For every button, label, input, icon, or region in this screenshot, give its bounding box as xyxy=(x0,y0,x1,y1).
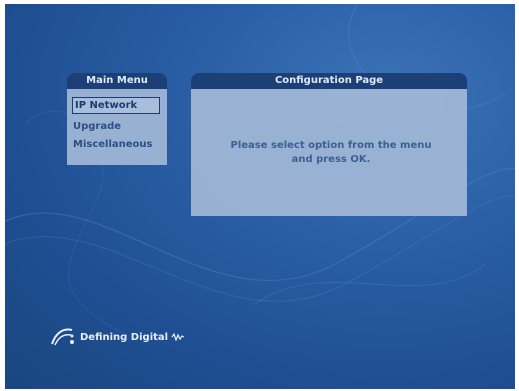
menu-item-miscellaneous[interactable]: Miscellaneous xyxy=(73,137,153,152)
main-menu-title: Main Menu xyxy=(67,73,167,89)
config-instruction-message: Please select option from the menu and p… xyxy=(230,140,432,165)
brand-tagline: Defining Digital xyxy=(80,331,169,343)
signal-wave-icon xyxy=(171,333,185,341)
tv-screen: Main Menu IP Network Upgrade Miscellaneo… xyxy=(5,4,515,389)
menu-item-upgrade[interactable]: Upgrade xyxy=(73,119,121,134)
main-menu: IP Network Upgrade Miscellaneous xyxy=(67,89,167,165)
config-page-title: Configuration Page xyxy=(191,73,467,89)
menu-item-ip-network[interactable]: IP Network xyxy=(72,97,160,114)
ads-logo-icon xyxy=(51,328,74,346)
config-page-panel: Please select option from the menu and p… xyxy=(191,89,467,216)
brand-footer: Defining Digital xyxy=(50,326,185,348)
